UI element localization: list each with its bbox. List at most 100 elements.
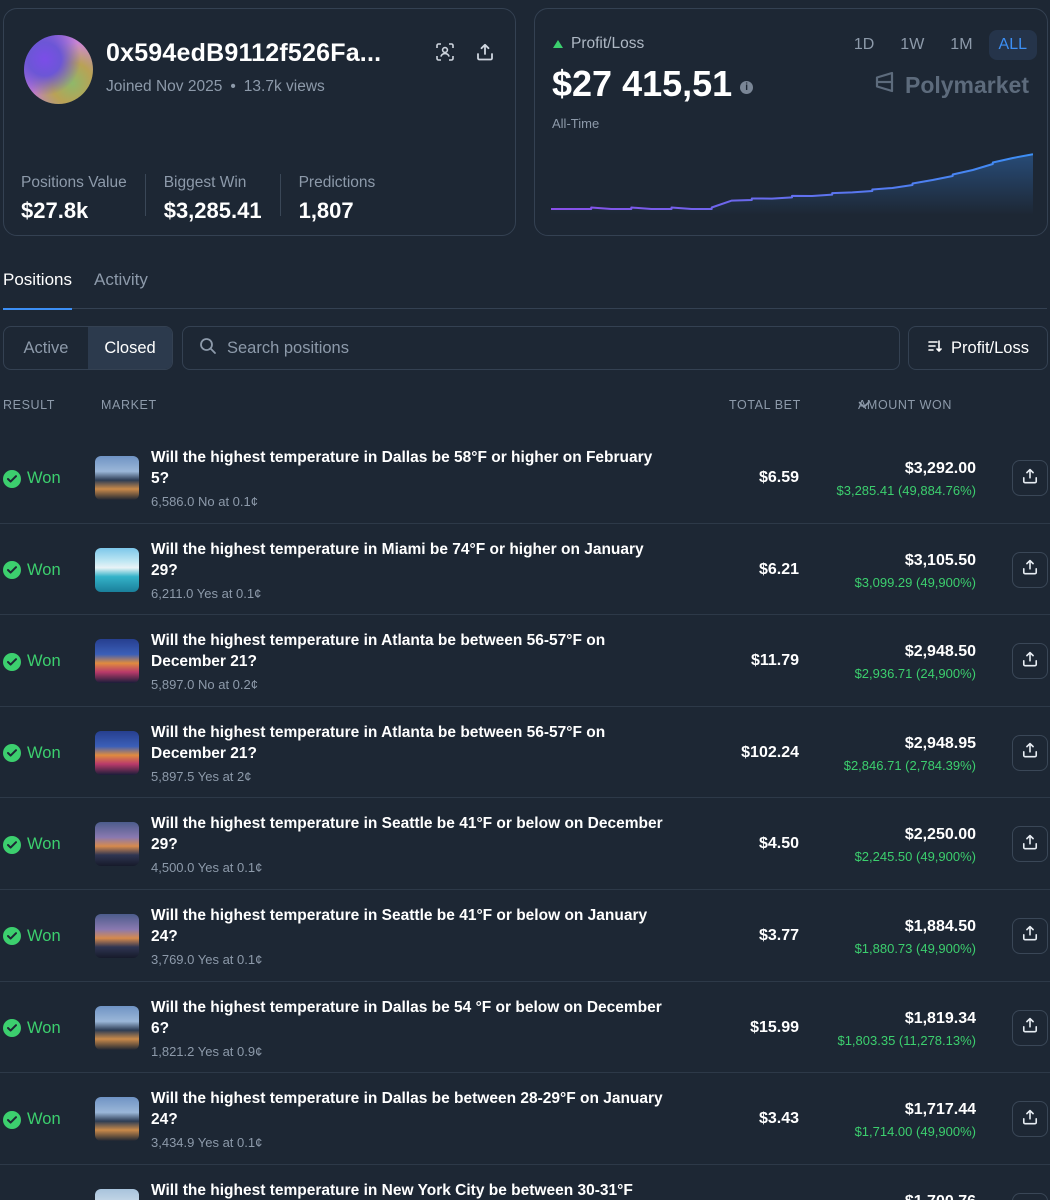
check-icon — [3, 835, 21, 854]
range-tab-1d[interactable]: 1D — [844, 30, 884, 60]
check-icon — [3, 927, 21, 946]
stat-value: $3,285.41 — [163, 198, 262, 223]
share-button[interactable] — [1012, 1009, 1048, 1046]
position-detail: 5,897.0 No at 0.2¢ — [151, 677, 258, 693]
search-input[interactable] — [227, 338, 867, 358]
filter-active-button[interactable]: Active — [4, 327, 88, 369]
amount-gain: $2,936.71 (24,900%) — [854, 666, 976, 682]
result-label: Won — [27, 743, 61, 762]
joined-info: Joined Nov 2025 • 13.7k views — [106, 78, 325, 96]
profit-loss-card: Profit/Loss 1D 1W 1M ALL $27 415,51 i Al… — [534, 8, 1048, 236]
market-thumbnail[interactable] — [95, 1097, 139, 1142]
result-label: Won — [27, 469, 61, 487]
pnl-header: Profit/Loss — [553, 35, 644, 53]
total-bet: $6.59 — [758, 469, 799, 486]
pnl-label: Profit/Loss — [571, 35, 645, 52]
result-won: Won — [3, 835, 61, 854]
tab-activity[interactable]: Activity — [94, 260, 148, 309]
column-header-market: MARKET — [101, 398, 157, 412]
pnl-value-row: $27 415,51 i — [552, 63, 754, 105]
stat-positions-value: Positions Value $27.8k — [21, 174, 146, 223]
positions-table: Won Will the highest temperature in Dalla… — [0, 432, 1050, 1200]
table-row[interactable]: Won Will the highest temperature in Atlan… — [0, 615, 1050, 707]
share-button[interactable] — [1012, 551, 1048, 588]
sort-button[interactable]: Profit/Loss — [908, 326, 1048, 370]
market-title[interactable]: Will the highest temperature in Miami be… — [151, 539, 671, 581]
table-row[interactable]: Will the highest temperature in New York… — [0, 1165, 1050, 1200]
amount-won: $3,105.50 — [904, 551, 976, 569]
result-won: Won — [3, 561, 61, 580]
table-row[interactable]: Won Will the highest temperature in Miami… — [0, 524, 1050, 616]
market-title[interactable]: Will the highest temperature in Atlanta … — [151, 630, 671, 672]
total-bet: $15.99 — [750, 1018, 799, 1036]
market-thumbnail[interactable] — [95, 547, 139, 592]
separator-dot: • — [230, 78, 236, 95]
share-button[interactable] — [1012, 917, 1048, 954]
market-thumbnail[interactable] — [95, 822, 139, 867]
market-thumbnail[interactable] — [95, 1005, 139, 1050]
table-row[interactable]: Won Will the highest temperature in Seatt… — [0, 798, 1050, 890]
column-header-total-bet[interactable]: TOTAL BET — [729, 398, 801, 412]
amount-won: $2,948.95 — [904, 734, 976, 752]
market-title[interactable]: Will the highest temperature in Seattle … — [151, 905, 671, 947]
range-tabs: 1D 1W 1M ALL — [844, 30, 1037, 60]
table-row[interactable]: Won Will the highest temperature in Atlan… — [0, 707, 1050, 799]
info-icon[interactable]: i — [740, 80, 754, 94]
result-label: Won — [27, 835, 61, 854]
share-icon[interactable] — [476, 43, 494, 61]
range-tab-all[interactable]: ALL — [988, 30, 1037, 60]
share-icon — [1022, 925, 1038, 946]
view-count: 13.7k views — [243, 78, 325, 95]
profile-stats: Positions Value $27.8k Biggest Win $3,28… — [21, 174, 411, 223]
market-title[interactable]: Will the highest temperature in New York… — [151, 1180, 671, 1200]
market-title[interactable]: Will the highest temperature in Seattle … — [151, 813, 671, 855]
share-button[interactable] — [1012, 643, 1048, 680]
table-row[interactable]: Won Will the highest temperature in Dalla… — [0, 982, 1050, 1074]
position-detail: 3,769.0 Yes at 0.1¢ — [151, 951, 263, 967]
search-box — [182, 326, 900, 370]
filter-closed-button[interactable]: Closed — [88, 327, 172, 369]
table-row[interactable]: Won Will the highest temperature in Dalla… — [0, 1073, 1050, 1165]
amount-won: $2,250.00 — [904, 826, 976, 844]
amount-won: $2,948.50 — [904, 643, 976, 661]
amount-gain: $1,880.73 (49,900%) — [854, 940, 976, 956]
share-button[interactable] — [1012, 1192, 1048, 1200]
position-detail: 4,500.0 Yes at 0.1¢ — [151, 860, 263, 876]
total-bet: $3.77 — [758, 926, 799, 944]
table-row[interactable]: Won Will the highest temperature in Seatt… — [0, 890, 1050, 982]
scan-icon[interactable] — [436, 43, 454, 61]
stat-predictions: Predictions 1,807 — [299, 174, 394, 223]
market-title[interactable]: Will the highest temperature in Dallas b… — [151, 1088, 671, 1130]
result-label: Won — [27, 1110, 61, 1129]
market-thumbnail[interactable] — [95, 913, 139, 958]
range-tab-1w[interactable]: 1W — [890, 30, 934, 60]
tab-positions[interactable]: Positions — [3, 260, 72, 310]
market-thumbnail[interactable] — [95, 639, 139, 684]
username: 0x594edB9112f526Fa... — [106, 39, 382, 67]
profile-card: 0x594edB9112f526Fa... Joined Nov 2025 • 13… — [3, 8, 516, 236]
share-button[interactable] — [1012, 460, 1048, 496]
share-button[interactable] — [1012, 1101, 1048, 1138]
search-icon — [199, 337, 217, 360]
stat-label: Positions Value — [21, 174, 127, 191]
result-won: Won — [3, 927, 61, 946]
table-row[interactable]: Won Will the highest temperature in Dalla… — [0, 432, 1050, 524]
profile-actions — [436, 43, 494, 61]
share-icon — [1022, 834, 1038, 855]
market-thumbnail[interactable] — [95, 456, 139, 500]
result-won: Won — [3, 469, 61, 488]
amount-gain: $1,803.35 (11,278.13%) — [837, 1032, 976, 1048]
range-tab-1m[interactable]: 1M — [940, 30, 982, 60]
chevron-down-icon — [858, 398, 870, 412]
market-title[interactable]: Will the highest temperature in Dallas b… — [151, 997, 671, 1039]
pnl-area — [551, 154, 1033, 215]
share-button[interactable] — [1012, 734, 1048, 771]
total-bet: $4.50 — [758, 835, 799, 853]
share-button[interactable] — [1012, 826, 1048, 863]
status-filter: Active Closed — [3, 326, 173, 370]
market-title[interactable]: Will the highest temperature in Dallas b… — [151, 447, 671, 489]
stat-value: 1,807 — [298, 198, 354, 223]
market-thumbnail[interactable] — [95, 730, 139, 775]
market-title[interactable]: Will the highest temperature in Atlanta … — [151, 722, 671, 764]
market-thumbnail[interactable] — [95, 1188, 139, 1200]
